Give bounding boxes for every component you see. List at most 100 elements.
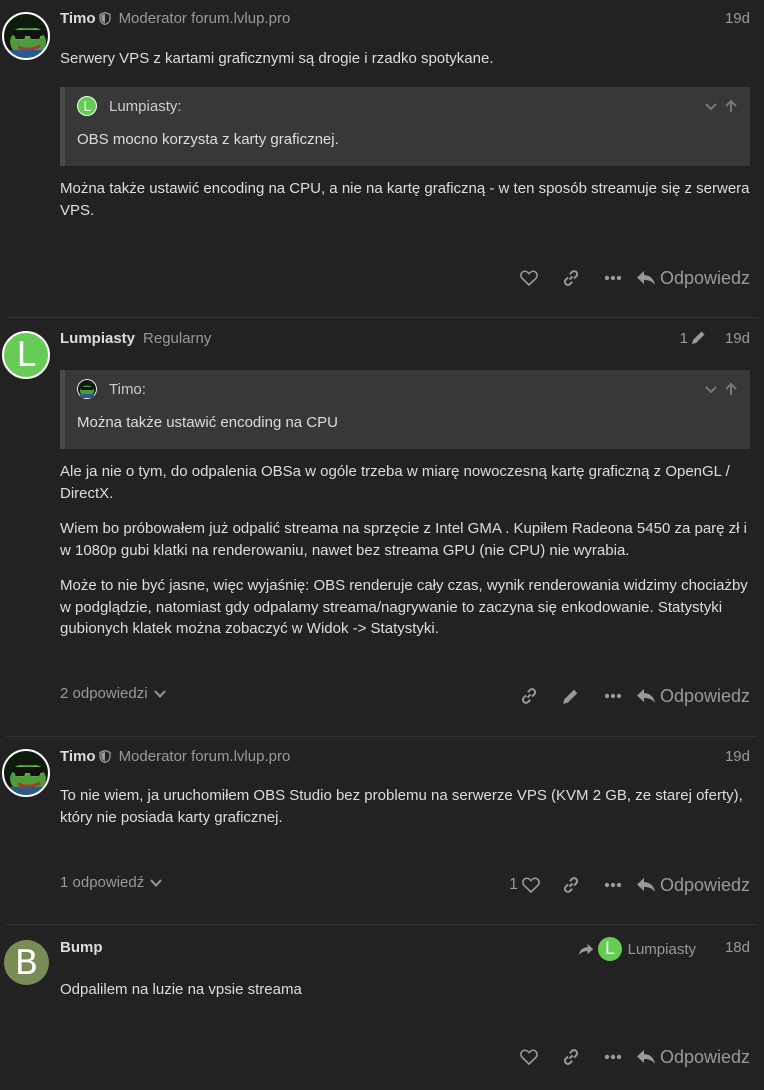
chevron-down-icon[interactable] [704, 382, 718, 401]
share-link-button[interactable] [550, 265, 592, 291]
more-options-button[interactable] [592, 1044, 634, 1070]
quote-controls [704, 382, 738, 401]
post-actions: Odpowiedz [508, 265, 750, 291]
reply-button[interactable]: Odpowiedz [636, 875, 750, 896]
username[interactable]: Lumpiasty [60, 330, 135, 347]
paragraph: Wiem bo próbowałem już odpalić streama n… [60, 520, 748, 559]
reply-to-avatar: L [597, 937, 622, 961]
edit-count: 1 [679, 330, 688, 347]
link-icon [563, 1049, 579, 1065]
blockquote: Timo: Można także ustawić encoding na CP… [60, 370, 750, 449]
user-title: Regularny [143, 330, 212, 347]
quote-header[interactable]: L Lumpiasty: [77, 96, 182, 116]
post-date[interactable]: 19d [725, 330, 750, 347]
user-title: Moderator forum.lvlup.pro [118, 10, 291, 27]
reply-icon [636, 878, 655, 892]
edit-button[interactable] [550, 683, 592, 709]
reply-label: Odpowiedz [659, 874, 750, 895]
replies-toggle-button[interactable]: 1 odpowiedź [60, 874, 162, 891]
post-header: Timo Moderator forum.lvlup.pro 19d [60, 10, 750, 30]
username[interactable]: Timo [60, 10, 96, 27]
post-actions: Odpowiedz [508, 1044, 750, 1070]
avatar-lumpiasty[interactable]: L [2, 331, 50, 379]
shield-icon [98, 11, 111, 29]
post-header: Lumpiasty Regularny 1 19d [60, 330, 750, 350]
reply-icon [578, 943, 593, 955]
heart-icon [520, 270, 538, 286]
share-link-button[interactable] [508, 683, 550, 709]
post-body-continued: Można także ustawić encoding na CPU, a n… [60, 178, 752, 235]
paragraph: Ale ja nie o tym, do odpalenia OBSa w og… [60, 463, 730, 502]
svg-text:L: L [83, 100, 91, 115]
heart-icon [520, 1049, 538, 1065]
reply-to-username: Lumpiasty [627, 940, 696, 958]
like-button[interactable] [508, 265, 550, 291]
reply-to-tab[interactable]: L Lumpiasty [578, 937, 696, 961]
reply-label: Odpowiedz [659, 685, 750, 706]
replies-toggle-button[interactable]: 2 odpowiedzi [60, 685, 166, 702]
user-title: Moderator forum.lvlup.pro [118, 748, 291, 765]
post-body: Serwery VPS z kartami graficznymi są dro… [60, 48, 752, 84]
username[interactable]: Bump [60, 939, 103, 956]
more-icon [604, 693, 622, 699]
reply-button[interactable]: Odpowiedz [636, 686, 750, 707]
blockquote: L Lumpiasty: OBS mocno korzysta z karty … [60, 87, 750, 166]
replies-count: 1 odpowiedź [60, 874, 145, 891]
share-link-button[interactable] [550, 1044, 592, 1070]
chevron-down-icon [150, 878, 162, 887]
reply-label: Odpowiedz [659, 1046, 750, 1067]
post-body: Odpalilem na luzie na vpsie streama [60, 979, 752, 1015]
edit-history-button[interactable]: 1 [680, 330, 706, 347]
share-link-button[interactable] [550, 872, 592, 898]
arrow-up-icon[interactable] [724, 382, 738, 401]
replies-count: 2 odpowiedzi [60, 685, 148, 702]
reply-button[interactable]: Odpowiedz [636, 268, 750, 289]
paragraph: Może to nie być jasne, więc wyjaśnię: OB… [60, 577, 748, 637]
post-body: To nie wiem, ja uruchomiłem OBS Studio b… [60, 785, 752, 842]
avatar-timo[interactable] [2, 749, 50, 797]
post-actions: 1 Odpowiedz [501, 872, 750, 898]
more-options-button[interactable] [592, 872, 634, 898]
heart-icon [522, 877, 540, 893]
reply-icon [636, 271, 655, 285]
avatar-bump[interactable]: B [4, 940, 49, 985]
more-icon [604, 882, 622, 888]
pencil-icon [692, 331, 705, 344]
arrow-up-icon[interactable] [724, 99, 738, 118]
quote-author: Timo: [109, 380, 146, 398]
paragraph: Można także ustawić encoding na CPU, a n… [60, 180, 750, 219]
avatar-timo[interactable] [2, 12, 50, 60]
post-body: Ale ja nie o tym, do odpalenia OBSa w og… [60, 461, 752, 654]
more-options-button[interactable] [592, 265, 634, 291]
more-icon [604, 1054, 622, 1060]
more-options-button[interactable] [592, 683, 634, 709]
paragraph: Odpalilem na luzie na vpsie streama [60, 981, 302, 998]
reply-label: Odpowiedz [659, 267, 750, 288]
paragraph: To nie wiem, ja uruchomiłem OBS Studio b… [60, 787, 743, 826]
username[interactable]: Timo [60, 748, 96, 765]
link-icon [521, 688, 537, 704]
post-date[interactable]: 19d [725, 748, 750, 765]
quote-header[interactable]: Timo: [77, 379, 146, 399]
paragraph: Serwery VPS z kartami graficznymi są dro… [60, 50, 494, 67]
post-date[interactable]: 19d [725, 10, 750, 27]
post-4: B Bump L Lumpiasty 18d Odpalilem na luzi… [0, 925, 764, 1090]
post-date[interactable]: 18d [725, 939, 750, 956]
more-icon [604, 275, 622, 281]
pepe-avatar-image [6, 765, 46, 795]
post-header: Bump L Lumpiasty 18d [60, 937, 750, 961]
post-header: Timo Moderator forum.lvlup.pro 19d [60, 748, 750, 768]
link-icon [563, 877, 579, 893]
reply-button[interactable]: Odpowiedz [636, 1047, 750, 1068]
pencil-icon [563, 689, 578, 704]
quote-avatar [77, 379, 97, 399]
post-3: Timo Moderator forum.lvlup.pro 19d To nie… [0, 737, 764, 925]
chevron-down-icon[interactable] [704, 99, 718, 118]
link-icon [563, 270, 579, 286]
like-button[interactable] [508, 1044, 550, 1070]
like-button[interactable]: 1 [501, 872, 550, 898]
reply-icon [636, 689, 655, 703]
chevron-down-icon [153, 689, 166, 698]
quote-text: Można także ustawić encoding na CPU [77, 414, 338, 431]
quote-controls [704, 99, 738, 118]
